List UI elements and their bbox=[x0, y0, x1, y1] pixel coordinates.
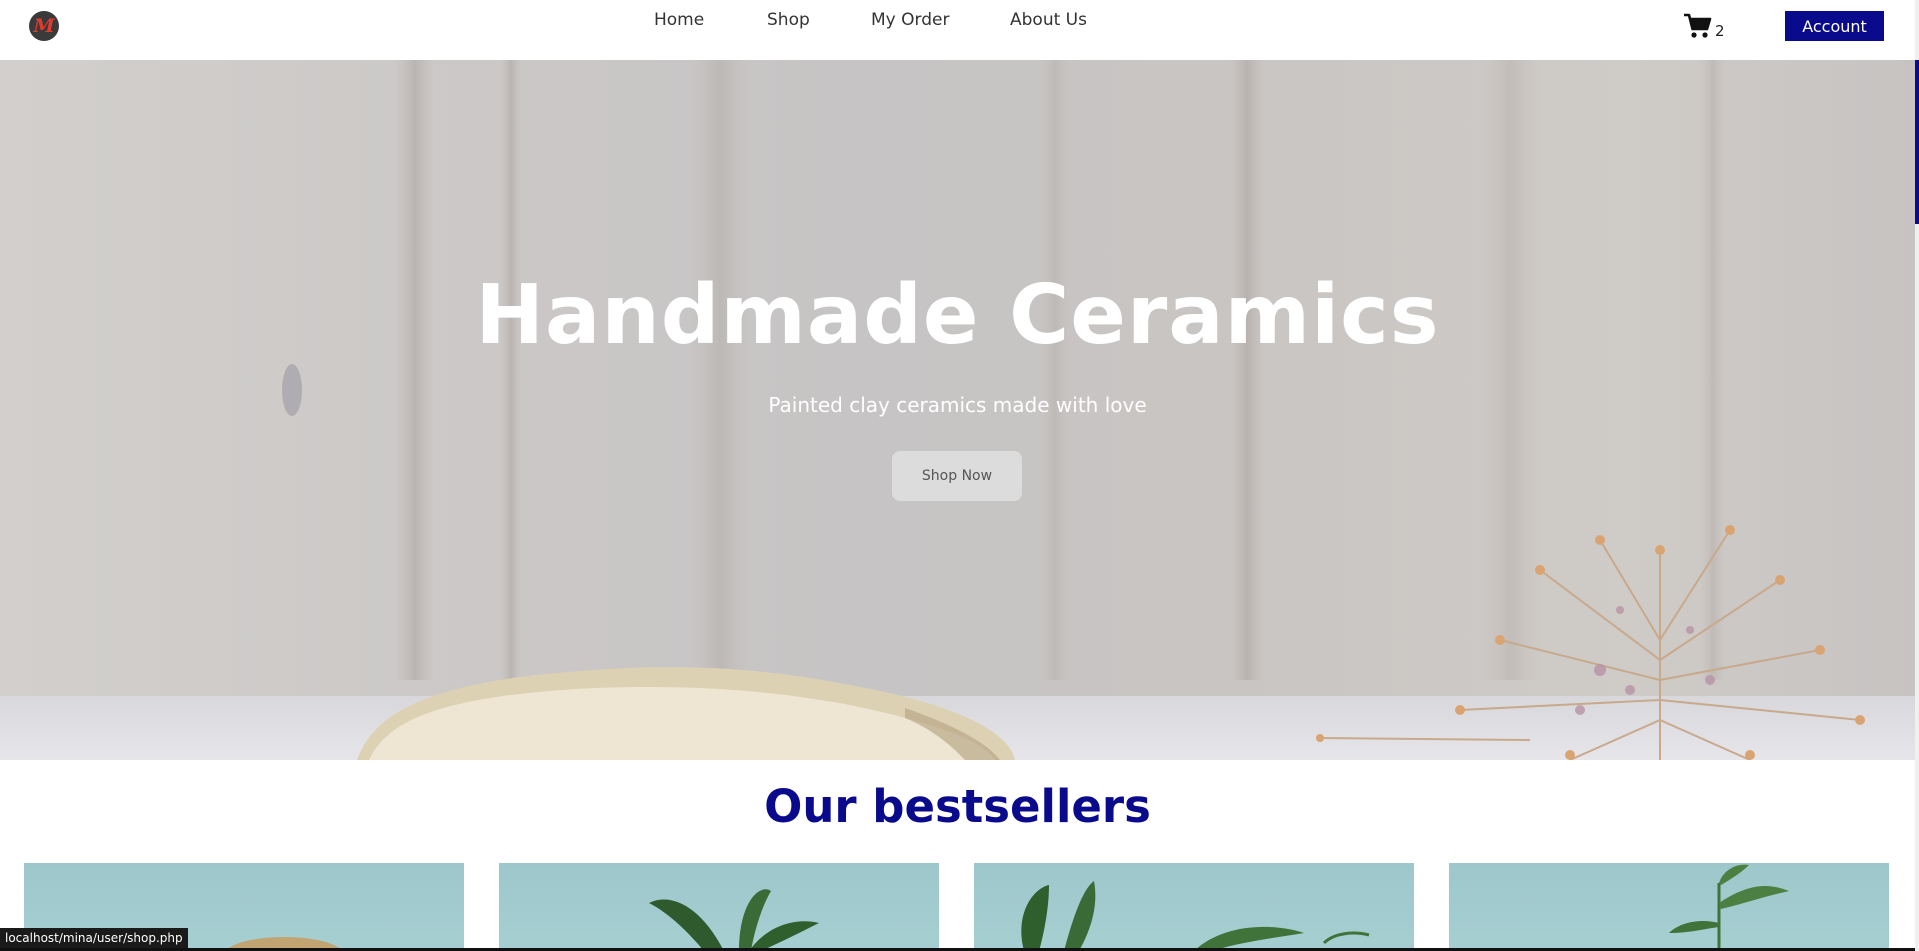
cart-count: 2 bbox=[1715, 22, 1725, 40]
site-header: M Home Shop My Order About Us 2 Account bbox=[0, 0, 1915, 60]
nav-home[interactable]: Home bbox=[654, 10, 704, 30]
nav-shop[interactable]: Shop bbox=[767, 10, 810, 30]
nav-my-order[interactable]: My Order bbox=[871, 10, 949, 30]
product-card-3[interactable] bbox=[974, 863, 1414, 951]
main-nav: Home Shop My Order About Us bbox=[0, 10, 1915, 34]
status-bar-url: localhost/mina/user/shop.php bbox=[0, 928, 188, 948]
scrollbar[interactable] bbox=[1915, 0, 1919, 951]
cart-icon bbox=[1684, 13, 1712, 38]
account-button[interactable]: Account bbox=[1785, 11, 1884, 41]
shop-now-button[interactable]: Shop Now bbox=[892, 451, 1022, 501]
dried-flowers-image bbox=[1316, 525, 1865, 760]
product-image-4 bbox=[1669, 864, 1789, 951]
product-image-2 bbox=[649, 889, 819, 951]
hero-title: Handmade Ceramics bbox=[475, 268, 1440, 363]
ceramic-bowl-image bbox=[357, 667, 1015, 760]
product-card-2[interactable] bbox=[499, 863, 939, 951]
cart-button[interactable]: 2 bbox=[1683, 12, 1725, 40]
hero-banner: Handmade Ceramics Painted clay ceramics … bbox=[0, 60, 1915, 760]
hero-subtitle: Painted clay ceramics made with love bbox=[768, 393, 1147, 417]
bestsellers-heading: Our bestsellers bbox=[764, 780, 1151, 833]
product-image-3 bbox=[1021, 881, 1370, 951]
nav-about-us[interactable]: About Us bbox=[1010, 10, 1087, 30]
scrollbar-thumb[interactable] bbox=[1915, 60, 1919, 224]
product-card-4[interactable] bbox=[1449, 863, 1889, 951]
